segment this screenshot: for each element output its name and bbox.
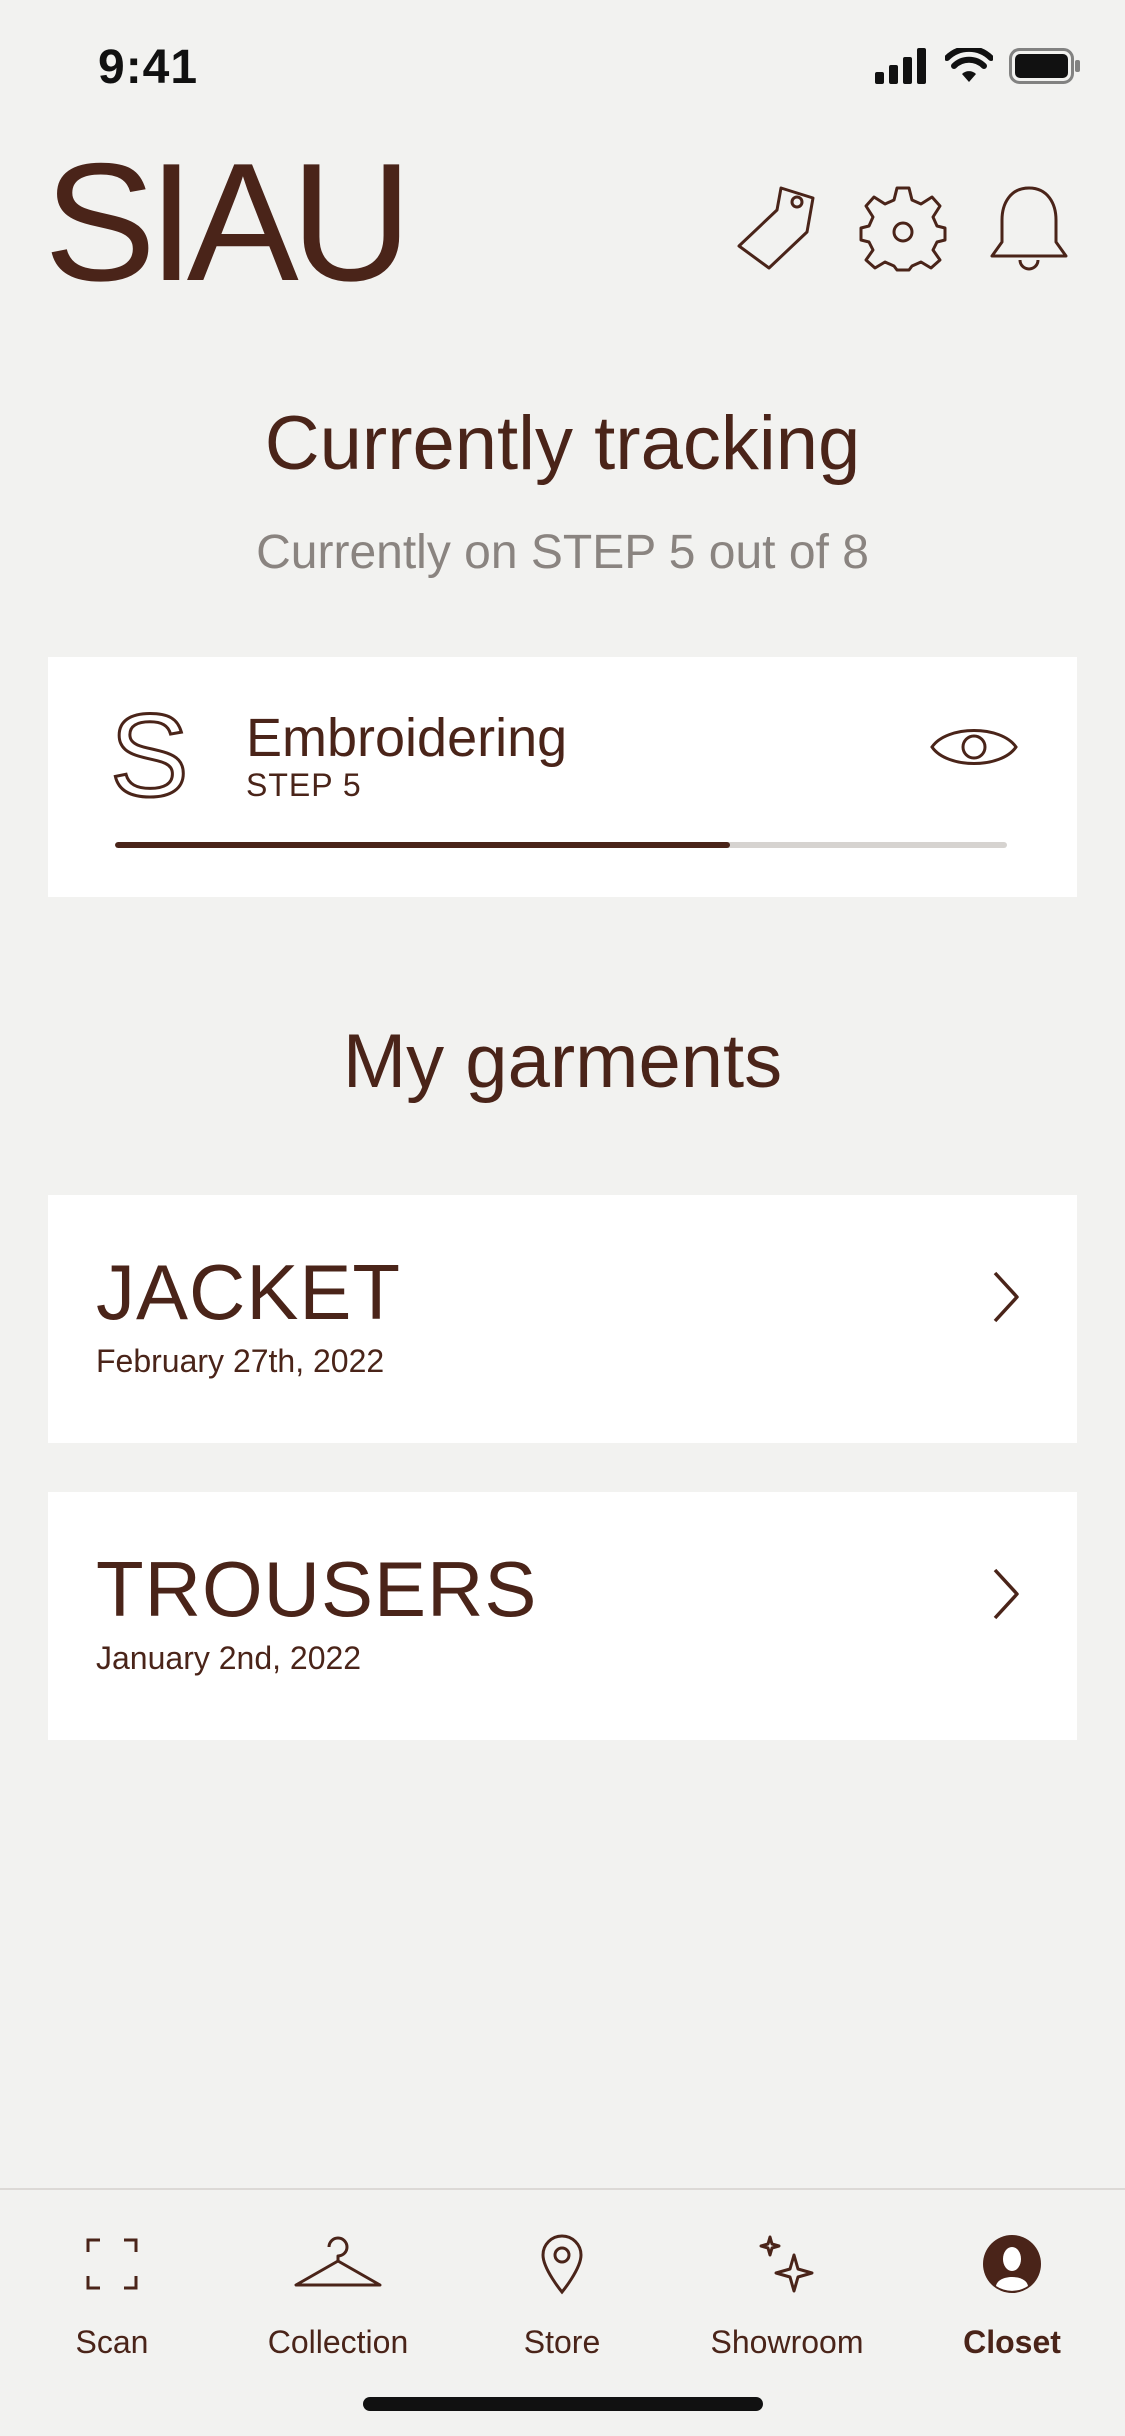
tab-label: Store xyxy=(523,2324,601,2360)
tab-label: Closet xyxy=(963,2324,1061,2360)
profile-icon xyxy=(912,2214,1112,2314)
garment-card-jacket[interactable]: JACKET February 27th, 2022 xyxy=(48,1195,1077,1443)
home-indicator[interactable] xyxy=(363,2397,763,2411)
tracking-step-name: Embroidering xyxy=(246,708,568,768)
tracking-progress-fill xyxy=(115,842,731,848)
garment-name: TROUSERS xyxy=(96,1545,538,1633)
garment-card-trousers[interactable]: TROUSERS January 2nd, 2022 xyxy=(48,1492,1077,1740)
tab-showroom[interactable]: Showroom xyxy=(687,2214,887,2361)
chevron-right-icon[interactable] xyxy=(985,1564,1025,1629)
garments-title: My garments xyxy=(342,1019,783,1104)
tracking-subtitle: Currently on STEP 5 out of 8 xyxy=(256,526,869,579)
battery-icon xyxy=(1009,48,1080,84)
garment-date: January 2nd, 2022 xyxy=(96,1640,362,1676)
tag-icon[interactable] xyxy=(728,180,824,276)
tab-collection[interactable]: Collection xyxy=(238,2214,438,2361)
scan-icon xyxy=(12,2214,212,2314)
sparkle-icon xyxy=(687,2214,887,2314)
tab-label: Scan xyxy=(75,2324,149,2360)
status-time: 9:41 xyxy=(98,41,199,94)
app-header: SIAU xyxy=(0,138,1125,310)
tab-closet[interactable]: Closet xyxy=(912,2214,1112,2361)
status-bar: 9:41 xyxy=(0,0,1125,140)
bell-icon[interactable] xyxy=(981,180,1077,276)
location-pin-icon xyxy=(462,2214,662,2314)
hanger-icon xyxy=(238,2214,438,2314)
wifi-icon xyxy=(945,48,993,82)
gear-icon[interactable] xyxy=(855,180,951,276)
tracking-progress-bar xyxy=(115,842,1007,848)
tracking-title: Currently tracking xyxy=(264,401,861,486)
chevron-right-icon[interactable] xyxy=(985,1267,1025,1332)
garment-date: February 27th, 2022 xyxy=(96,1343,385,1379)
app-logo: SIAU xyxy=(44,128,412,316)
tab-scan[interactable]: Scan xyxy=(12,2214,212,2361)
tab-label: Collection xyxy=(267,2324,409,2360)
tab-store[interactable]: Store xyxy=(462,2214,662,2361)
tab-label: Showroom xyxy=(710,2324,864,2360)
signal-icon xyxy=(875,48,926,84)
tracking-card[interactable]: S Embroidering STEP 5 xyxy=(48,657,1077,897)
tracking-step-number: STEP 5 xyxy=(246,767,362,803)
status-icons xyxy=(875,48,1081,84)
eye-icon[interactable] xyxy=(929,717,1019,782)
step-letter-icon: S xyxy=(109,690,191,822)
garment-name: JACKET xyxy=(96,1248,402,1336)
